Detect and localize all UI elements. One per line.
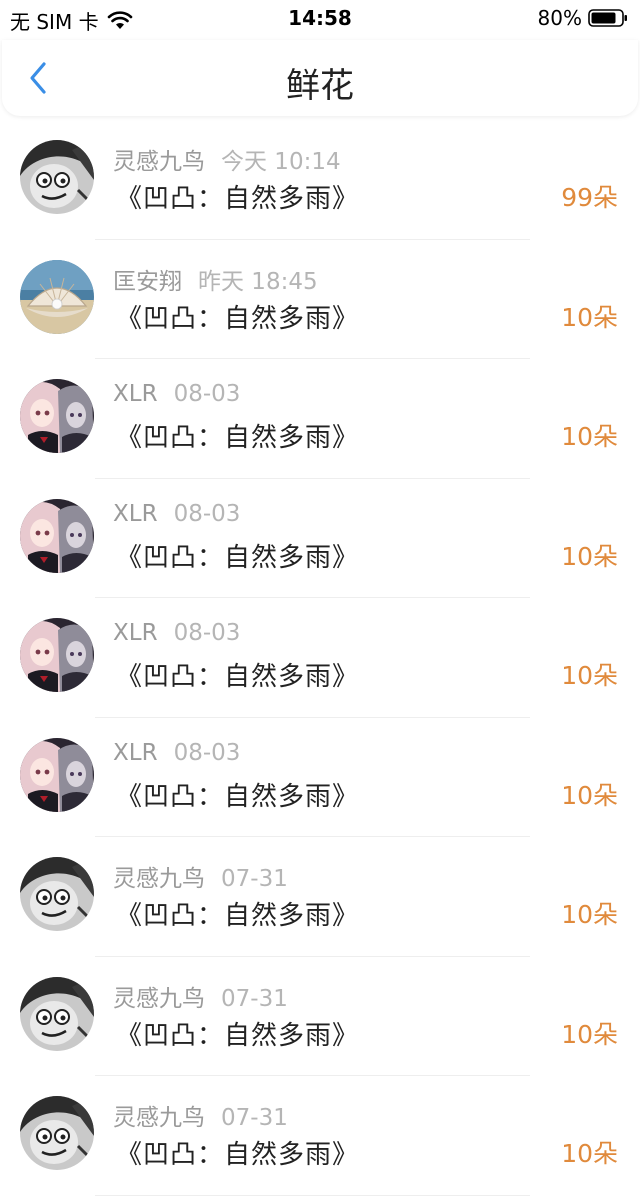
timestamp: 07-31 bbox=[221, 866, 288, 892]
avatar[interactable] bbox=[20, 1096, 94, 1170]
item-meta: 灵感九鸟 07-31 bbox=[113, 979, 288, 1013]
battery-icon bbox=[588, 9, 627, 27]
list-item[interactable]: 灵感九鸟 07-31 《凹凸：自然多雨》 10朵 bbox=[0, 837, 640, 957]
book-title: 《凹凸：自然多雨》 bbox=[116, 662, 360, 692]
book-title: 《凹凸：自然多雨》 bbox=[116, 542, 360, 573]
book-title: 《凹凸：自然多雨》 bbox=[116, 184, 360, 214]
timestamp: 昨天 18:45 bbox=[198, 268, 318, 295]
list-item[interactable]: XLR 08-03 《凹凸：自然多雨》 10朵 bbox=[0, 359, 640, 479]
book-title: 《凹凸：自然多雨》 bbox=[116, 1020, 360, 1051]
list-item[interactable]: 灵感九鸟 07-31 《凹凸：自然多雨》 10朵 bbox=[0, 1076, 640, 1196]
item-meta: 灵感九鸟 今天 10:14 bbox=[113, 142, 341, 176]
item-meta: 灵感九鸟 07-31 bbox=[113, 1098, 288, 1132]
user-name: XLR bbox=[113, 620, 158, 646]
user-name: 灵感九鸟 bbox=[113, 1105, 205, 1131]
user-name: 匡安翔 bbox=[113, 268, 182, 295]
book-title: 《凹凸：自然多雨》 bbox=[116, 1140, 360, 1170]
timestamp: 08-03 bbox=[173, 500, 241, 527]
user-name: 灵感九鸟 bbox=[113, 866, 205, 892]
flower-count: 10朵 bbox=[561, 661, 618, 690]
user-name: XLR bbox=[113, 381, 158, 407]
flower-count: 10朵 bbox=[561, 541, 618, 571]
avatar[interactable] bbox=[20, 976, 94, 1051]
battery-percent: 80% bbox=[537, 6, 582, 30]
user-name: XLR bbox=[113, 500, 158, 527]
item-meta: 灵感九鸟 07-31 bbox=[113, 859, 288, 893]
user-name: XLR bbox=[113, 739, 158, 766]
book-title: 《凹凸：自然多雨》 bbox=[116, 901, 360, 931]
user-name: 灵感九鸟 bbox=[113, 985, 205, 1012]
book-title: 《凹凸：自然多雨》 bbox=[116, 423, 360, 453]
page-title: 鲜花 bbox=[286, 66, 354, 106]
avatar[interactable] bbox=[20, 498, 94, 573]
timestamp: 08-03 bbox=[173, 381, 241, 407]
item-meta: 匡安翔 昨天 18:45 bbox=[113, 262, 318, 296]
flower-count: 99朵 bbox=[561, 183, 618, 212]
timestamp: 08-03 bbox=[173, 620, 241, 646]
item-meta: XLR 08-03 bbox=[113, 381, 240, 407]
list-item[interactable]: XLR 08-03 《凹凸：自然多雨》 10朵 bbox=[0, 718, 640, 837]
list-item[interactable]: 灵感九鸟 07-31 《凹凸：自然多雨》 10朵 bbox=[0, 957, 640, 1076]
list-item[interactable]: XLR 08-03 《凹凸：自然多雨》 10朵 bbox=[0, 598, 640, 718]
avatar[interactable] bbox=[20, 379, 94, 453]
flower-count: 10朵 bbox=[561, 900, 618, 929]
nav-bar: 鲜花 bbox=[2, 40, 638, 116]
avatar[interactable] bbox=[20, 140, 94, 214]
avatar[interactable] bbox=[20, 737, 94, 812]
flower-count: 10朵 bbox=[561, 422, 618, 451]
timestamp: 08-03 bbox=[173, 739, 241, 766]
user-name: 灵感九鸟 bbox=[113, 149, 205, 175]
timestamp: 今天 10:14 bbox=[221, 149, 341, 175]
flower-list: 灵感九鸟 今天 10:14 《凹凸：自然多雨》 99朵 匡安翔 昨天 18:45 《凹凸：自… bbox=[0, 120, 640, 1196]
list-item[interactable]: 匡安翔 昨天 18:45 《凹凸：自然多雨》 10朵 bbox=[0, 240, 640, 359]
status-bar: 无 SIM 卡 14:58 80% bbox=[0, 0, 640, 40]
flower-count: 10朵 bbox=[561, 1019, 618, 1049]
item-meta: XLR 08-03 bbox=[113, 620, 240, 646]
timestamp: 07-31 bbox=[221, 985, 288, 1012]
divider bbox=[95, 1194, 530, 1196]
book-title: 《凹凸：自然多雨》 bbox=[116, 303, 360, 334]
flower-count: 10朵 bbox=[561, 1139, 618, 1168]
avatar[interactable] bbox=[20, 259, 94, 334]
item-meta: XLR 08-03 bbox=[113, 501, 240, 527]
list-item[interactable]: XLR 08-03 《凹凸：自然多雨》 10朵 bbox=[0, 479, 640, 598]
list-item[interactable]: 灵感九鸟 今天 10:14 《凹凸：自然多雨》 99朵 bbox=[0, 120, 640, 240]
flower-count: 10朵 bbox=[561, 302, 618, 332]
avatar[interactable] bbox=[20, 618, 94, 692]
book-title: 《凹凸：自然多雨》 bbox=[116, 781, 360, 812]
flower-count: 10朵 bbox=[561, 780, 618, 810]
avatar[interactable] bbox=[20, 857, 94, 931]
timestamp: 07-31 bbox=[221, 1105, 288, 1131]
battery-status: 80% bbox=[538, 6, 628, 30]
item-meta: XLR 08-03 bbox=[113, 740, 240, 766]
